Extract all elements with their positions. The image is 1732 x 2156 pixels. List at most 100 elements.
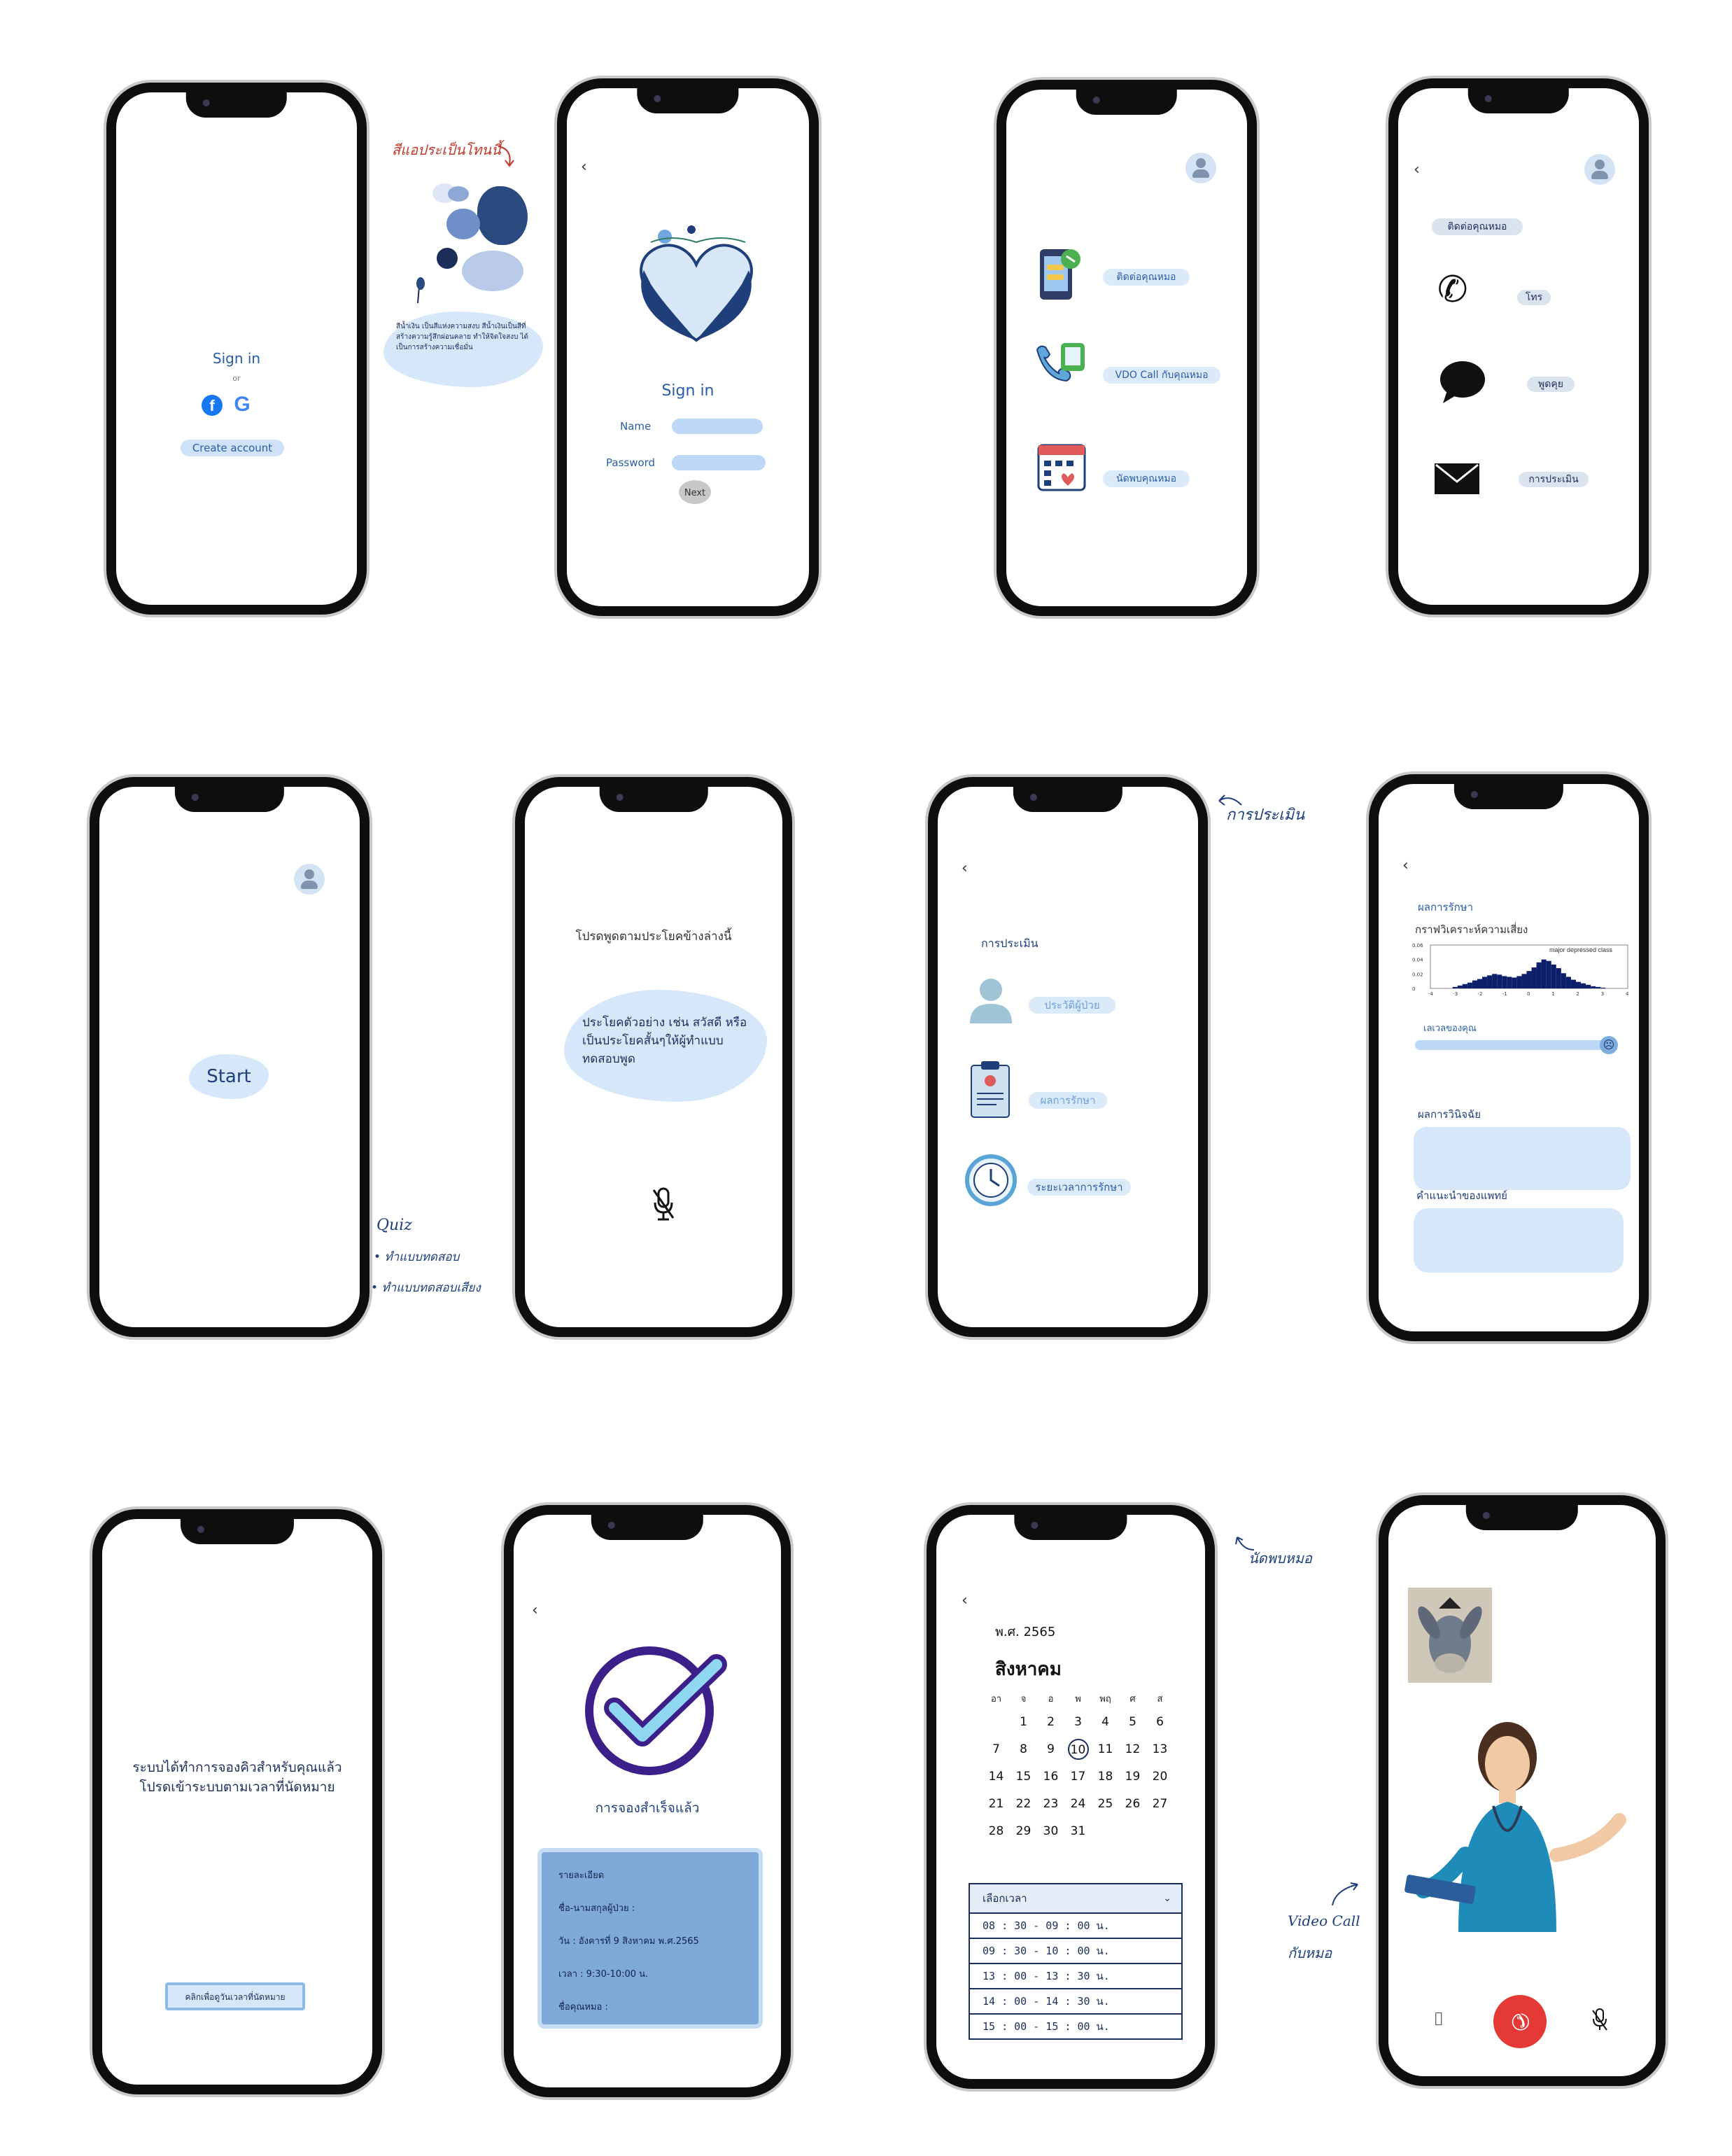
- select-time-dropdown[interactable]: เลือกเวลา ⌄: [970, 1884, 1181, 1912]
- swatch-navy: [437, 248, 458, 269]
- calendar-day[interactable]: 2: [1037, 1708, 1064, 1735]
- calendar-day[interactable]: 15: [1010, 1763, 1037, 1790]
- menu-item-contact-doctor[interactable]: ติดต่อคุณหมอ: [1103, 269, 1190, 286]
- risk-graph-title: กราฟวิเคราะห์ความเสี่ยง: [1415, 923, 1528, 936]
- weekday-label: พ: [1075, 1693, 1081, 1704]
- calendar-day[interactable]: 4: [1092, 1708, 1119, 1735]
- calendar-day[interactable]: 7: [983, 1735, 1010, 1763]
- camera-switch-icon[interactable]: ⌷: [1433, 2009, 1444, 2031]
- details-doctor: ชื่อคุณหมอ :: [558, 2002, 608, 2012]
- contact-doctor-icon[interactable]: [1036, 244, 1085, 302]
- menu-item-label: ประวัติผู้ป่วย: [1044, 999, 1100, 1011]
- facebook-login-icon[interactable]: f: [202, 395, 223, 416]
- view-appointment-button[interactable]: คลิกเพื่อดูวันเวลาที่นัดหมาย: [165, 1982, 305, 2010]
- calendar-empty-cell: [983, 1708, 1010, 1735]
- calendar-appointment-icon[interactable]: [1036, 438, 1087, 493]
- weekday-label: อ: [1048, 1693, 1054, 1704]
- back-arrow-icon[interactable]: ‹: [1402, 857, 1409, 874]
- calendar-day[interactable]: 18: [1092, 1763, 1119, 1790]
- calendar-day[interactable]: 22: [1010, 1790, 1037, 1817]
- voice-prompt: โปรดพูดตามประโยคข้างล่างนี้: [575, 930, 732, 944]
- calendar-day[interactable]: 16: [1037, 1763, 1064, 1790]
- level-slider-track[interactable]: [1415, 1040, 1611, 1050]
- calendar-grid: อาจอพพฤศส 1 2 3 4 5 6 7 8 9 10 11 12 13 14 15 16 17 18 19 2…: [983, 1688, 1174, 1844]
- call-button[interactable]: โทร: [1517, 290, 1551, 305]
- calendar-day[interactable]: 5: [1119, 1708, 1146, 1735]
- clock-icon[interactable]: [964, 1154, 1018, 1207]
- histogram-bar: [1472, 980, 1477, 988]
- calendar-day[interactable]: 28: [983, 1817, 1010, 1844]
- calendar-day[interactable]: 6: [1146, 1708, 1174, 1735]
- time-slot[interactable]: 13 : 00 - 13 : 30 น.: [970, 1963, 1181, 1988]
- calendar-day[interactable]: 31: [1064, 1817, 1092, 1844]
- histogram-bar: [1596, 986, 1601, 988]
- back-arrow-icon[interactable]: ‹: [581, 158, 587, 176]
- assessment-button[interactable]: การประเมิน: [1519, 472, 1589, 487]
- calendar-day[interactable]: 23: [1037, 1790, 1064, 1817]
- video-call-icon[interactable]: [1032, 336, 1090, 388]
- histogram-bar: [1551, 964, 1556, 988]
- phone-icon[interactable]: ✆: [1437, 269, 1468, 311]
- time-slot[interactable]: 08 : 30 - 09 : 00 น.: [970, 1912, 1181, 1938]
- calendar-day[interactable]: 19: [1119, 1763, 1146, 1790]
- calendar-day[interactable]: 27: [1146, 1790, 1174, 1817]
- name-field[interactable]: [672, 419, 763, 434]
- calendar-day[interactable]: 12: [1119, 1735, 1146, 1763]
- envelope-icon[interactable]: [1433, 462, 1481, 496]
- profile-avatar-icon[interactable]: [294, 864, 325, 895]
- password-field[interactable]: [672, 455, 766, 470]
- calendar-day[interactable]: 24: [1064, 1790, 1092, 1817]
- chevron-down-icon: ⌄: [1163, 1893, 1171, 1904]
- profile-avatar-icon[interactable]: [1584, 154, 1615, 185]
- calendar-day[interactable]: 14: [983, 1763, 1010, 1790]
- hang-up-icon: ✆: [1504, 2005, 1536, 2038]
- profile-avatar-icon[interactable]: [1185, 153, 1216, 183]
- start-button[interactable]: Start: [189, 1054, 269, 1099]
- clipboard-report-icon[interactable]: [969, 1060, 1012, 1120]
- phone-notch: [637, 87, 739, 113]
- time-slot[interactable]: 14 : 00 - 14 : 30 น.: [970, 1988, 1181, 2013]
- end-call-button[interactable]: ✆: [1493, 1995, 1547, 2048]
- menu-item-patient-history[interactable]: ประวัติผู้ป่วย: [1029, 997, 1115, 1014]
- calendar-day[interactable]: 10: [1064, 1735, 1092, 1763]
- calendar-day[interactable]: 20: [1146, 1763, 1174, 1790]
- back-arrow-icon[interactable]: ‹: [1414, 161, 1420, 178]
- chat-bubble-icon[interactable]: [1437, 360, 1488, 405]
- histogram-bar: [1591, 986, 1596, 988]
- google-login-icon[interactable]: G: [231, 393, 253, 416]
- menu-item-treatment-results[interactable]: ผลการรักษา: [1029, 1092, 1107, 1109]
- menu-item-video-call[interactable]: VDO Call กับคุณหมอ: [1103, 367, 1220, 384]
- next-button[interactable]: Next: [679, 480, 711, 504]
- menu-item-appointment[interactable]: นัดพบคุณหมอ: [1103, 470, 1190, 487]
- time-slot[interactable]: 15 : 00 - 15 : 00 น.: [970, 2013, 1181, 2038]
- back-arrow-icon[interactable]: ‹: [962, 1592, 968, 1609]
- calendar-day[interactable]: 9: [1037, 1735, 1064, 1763]
- menu-item-treatment-duration[interactable]: ระยะเวลาการรักษา: [1027, 1179, 1131, 1196]
- phone-notch: [591, 1513, 704, 1540]
- next-label: Next: [684, 488, 706, 498]
- details-patient: ชื่อ-นามสกุลผู้ป่วย :: [558, 1903, 635, 1914]
- back-arrow-icon[interactable]: ‹: [532, 1602, 538, 1619]
- patient-profile-icon[interactable]: [969, 976, 1013, 1025]
- calendar-day[interactable]: 17: [1064, 1763, 1092, 1790]
- calendar-day[interactable]: 30: [1037, 1817, 1064, 1844]
- calendar-day[interactable]: 29: [1010, 1817, 1037, 1844]
- microphone-muted-icon[interactable]: [1591, 2008, 1608, 2031]
- back-arrow-icon[interactable]: ‹: [962, 860, 968, 877]
- phone-notch: [180, 1518, 295, 1544]
- video-call-note-2: กับหมอ: [1288, 1945, 1332, 1961]
- chat-button[interactable]: พูดคุย: [1527, 377, 1575, 392]
- time-slot[interactable]: 09 : 30 - 10 : 00 น.: [970, 1938, 1181, 1963]
- calendar-day[interactable]: 8: [1010, 1735, 1037, 1763]
- microphone-muted-icon[interactable]: [651, 1186, 676, 1222]
- calendar-day[interactable]: 26: [1119, 1790, 1146, 1817]
- calendar-day[interactable]: 11: [1092, 1735, 1119, 1763]
- create-account-button[interactable]: Create account: [181, 440, 284, 456]
- calendar-day[interactable]: 13: [1146, 1735, 1174, 1763]
- quiz-note-item-2: • ทำแบบทดสอบเสียง: [371, 1281, 481, 1295]
- calendar-day[interactable]: 21: [983, 1790, 1010, 1817]
- name-label: Name: [620, 420, 652, 433]
- calendar-day[interactable]: 25: [1092, 1790, 1119, 1817]
- calendar-day[interactable]: 1: [1010, 1708, 1037, 1735]
- calendar-day[interactable]: 3: [1064, 1708, 1092, 1735]
